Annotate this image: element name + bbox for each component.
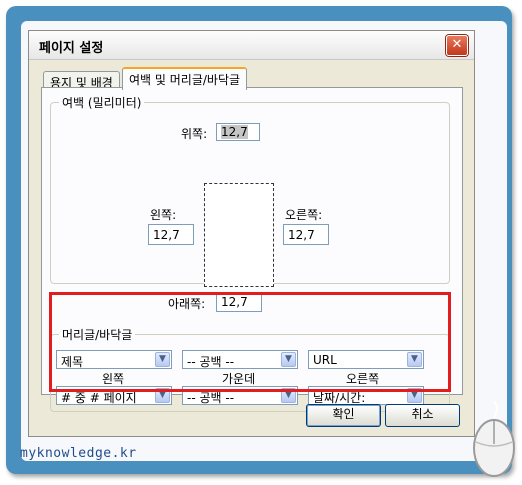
left-margin-label: 왼쪽: [150, 208, 177, 222]
top-margin-input[interactable]: 12,7 [216, 123, 260, 141]
left-margin-value: 12,7 [153, 228, 180, 242]
left-margin-input[interactable]: 12,7 [148, 224, 194, 245]
dialog-title: 페이지 설정 [39, 41, 104, 56]
ok-button-label: 확인 [332, 407, 355, 421]
title-bar: 페이지 설정 ✕ [29, 31, 474, 60]
ok-button[interactable]: 확인 [306, 404, 381, 427]
top-margin-label: 위쪽: [181, 127, 208, 141]
right-margin-input[interactable]: 12,7 [283, 224, 329, 245]
watermark-text: myknowledge.kr [20, 446, 137, 461]
right-margin-value: 12,7 [288, 228, 315, 242]
cancel-button[interactable]: 취소 [385, 404, 460, 427]
close-button[interactable]: ✕ [446, 35, 468, 56]
tab-label: 여백 및 머리글/바닥글 [129, 73, 241, 87]
mouse-icon [473, 401, 515, 477]
margins-legend: 여백 (밀리미터) [59, 94, 145, 111]
highlight-box [49, 292, 451, 392]
cancel-button-label: 취소 [411, 407, 434, 421]
right-margin-label: 오른쪽: [285, 208, 323, 222]
close-icon: ✕ [451, 37, 463, 52]
paper-preview [204, 183, 274, 287]
top-margin-value: 12,7 [221, 125, 248, 139]
tab-margins-header-footer[interactable]: 여백 및 머리글/바닥글 [122, 67, 248, 90]
